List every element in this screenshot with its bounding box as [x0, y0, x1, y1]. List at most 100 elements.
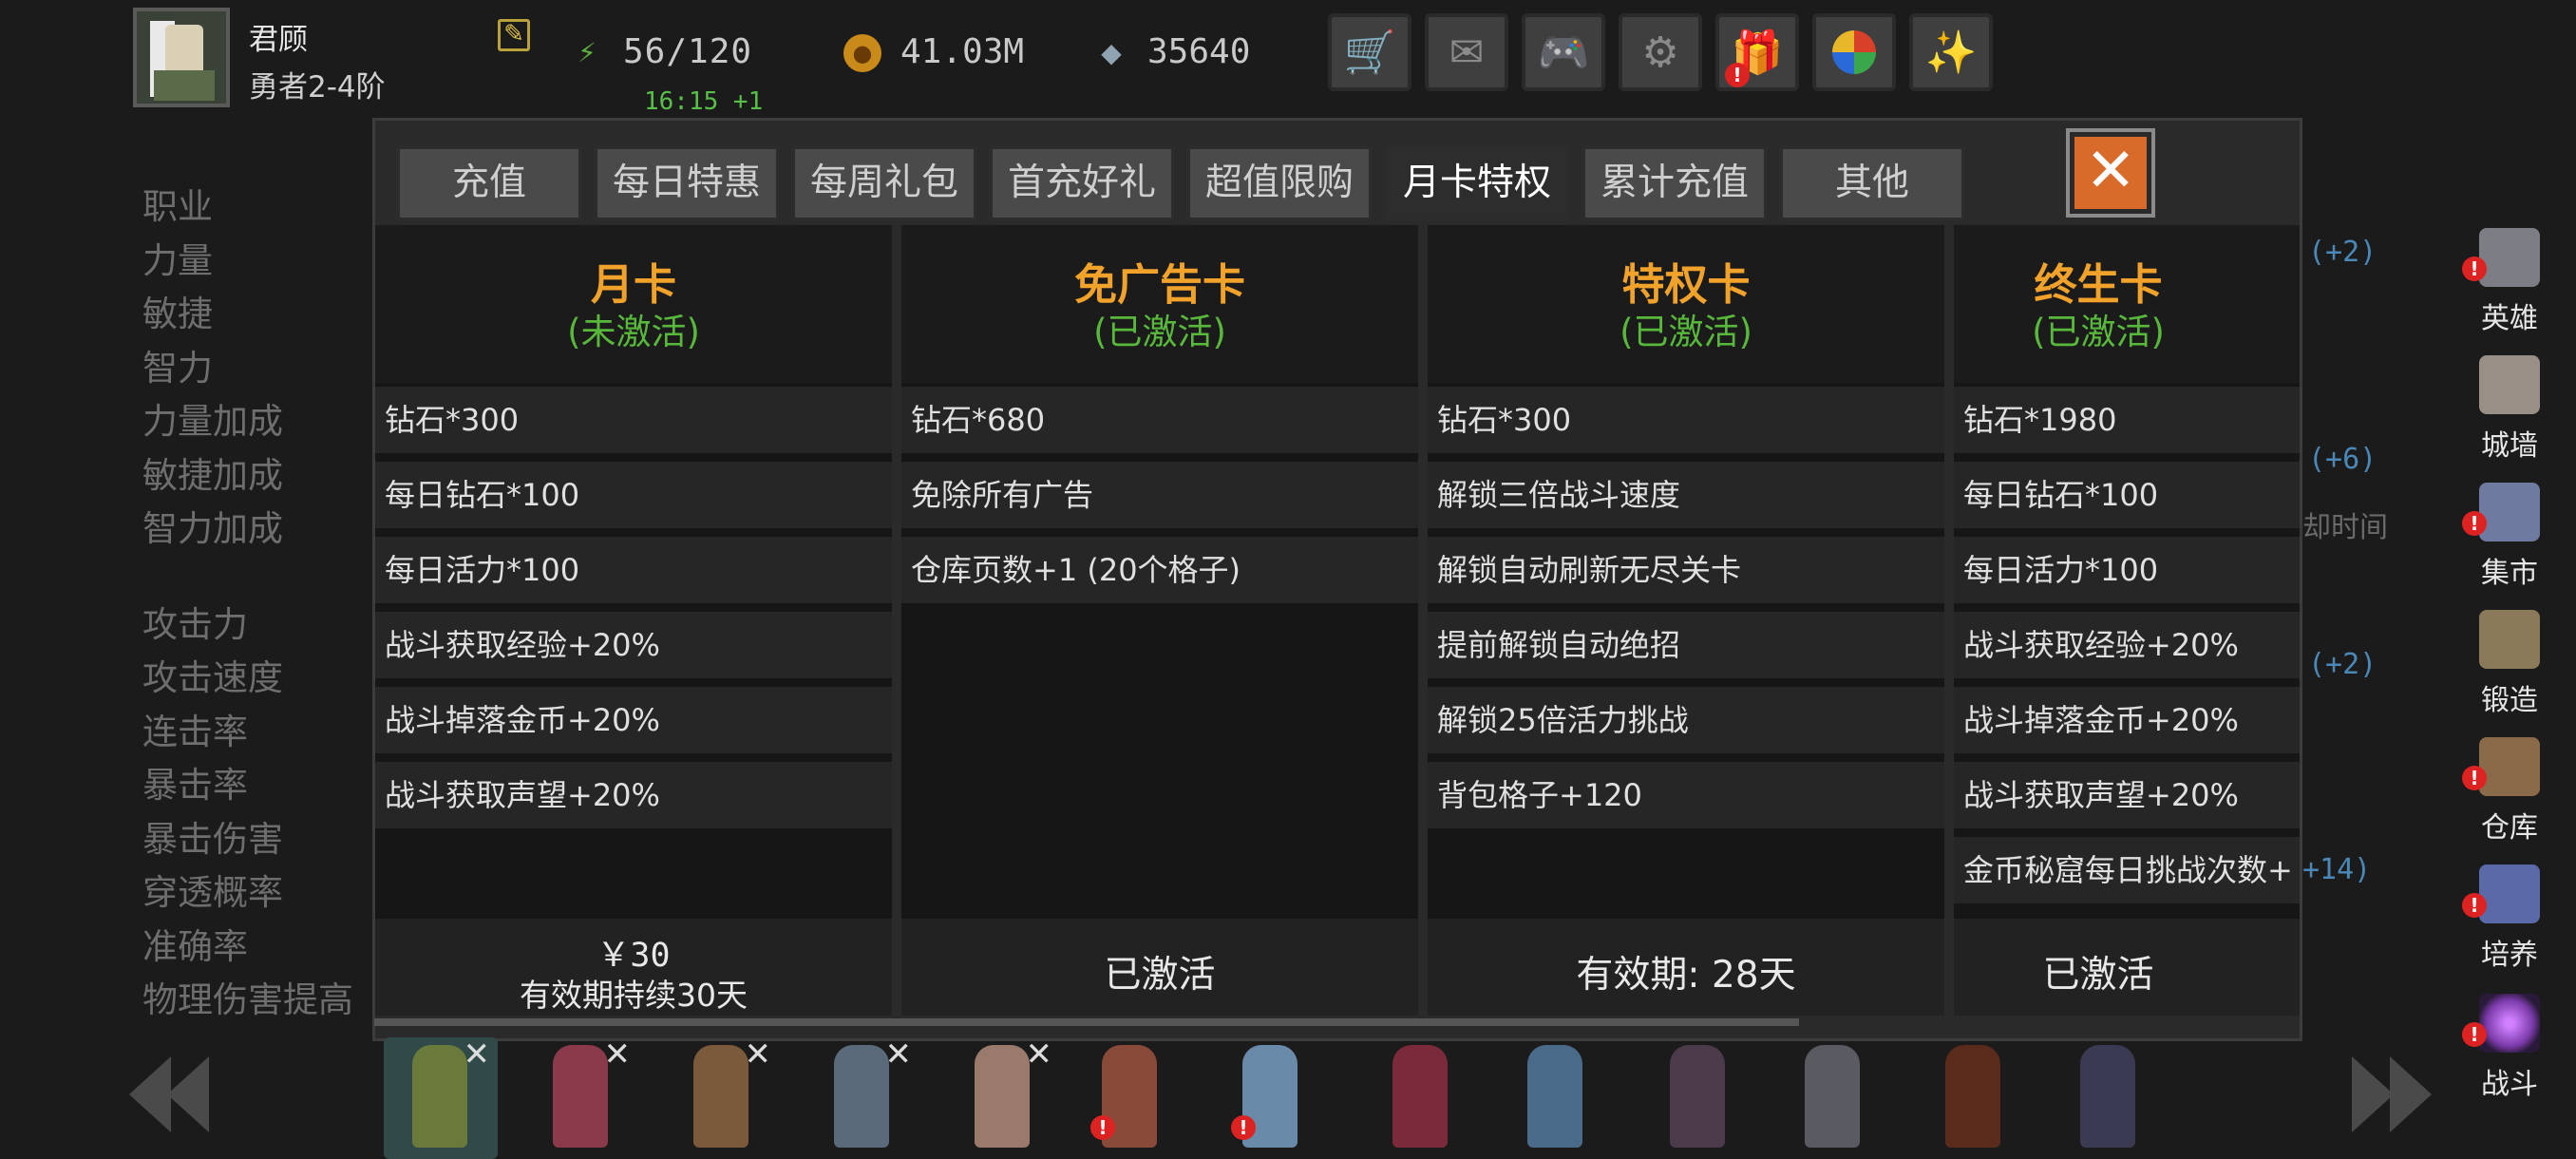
card-benefit: 仓库页数+1 (20个格子)	[901, 537, 1418, 603]
shop-button[interactable]: 🛒	[1328, 13, 1411, 91]
settings-button[interactable]: ⚙	[1619, 13, 1702, 91]
stat-label: 攻击力	[142, 603, 248, 645]
alert-badge: !	[2462, 511, 2487, 536]
side-nav-label: 英雄	[2481, 302, 2538, 335]
hero-slot-archer[interactable]: ✕	[384, 1036, 498, 1159]
player-avatar[interactable]	[133, 8, 230, 107]
demon-hero-icon	[1945, 1045, 2000, 1148]
tab-other[interactable]: 其他	[1779, 145, 1965, 221]
card-benefit: 钻石*680	[901, 387, 1418, 453]
hero-slot-dark-priest[interactable]	[1641, 1037, 1755, 1159]
card-status: (已激活)	[2032, 312, 2165, 352]
mail-button[interactable]: ✉	[1425, 13, 1508, 91]
card-activated-label: 已激活	[1104, 954, 1216, 997]
lifetime-card[interactable]: 终生卡 (已激活) 钻石*1980 每日钻石*100 每日活力*100 战斗获取…	[1954, 225, 2300, 1016]
card-benefit: 背包格子+120	[1428, 762, 1944, 828]
remove-hero-icon[interactable]: ✕	[745, 1036, 772, 1074]
energy-lightning-icon: ⚡	[578, 37, 597, 68]
next-page-button[interactable]	[2346, 1056, 2432, 1132]
swordsman-hero-icon	[1805, 1045, 1860, 1148]
tab-limited-offer[interactable]: 超值限购	[1186, 145, 1373, 221]
stat-label: 暴击率	[142, 765, 248, 806]
tab-cumulative-recharge[interactable]: 累计充值	[1582, 145, 1768, 221]
tab-weekly-pack[interactable]: 每周礼包	[791, 145, 977, 221]
stat-label: 攻击速度	[142, 657, 283, 698]
card-benefit: 战斗掉落金币+20%	[1954, 687, 2300, 753]
settings-gear-icon: ⚙	[1641, 28, 1679, 77]
tab-first-recharge[interactable]: 首充好礼	[989, 145, 1175, 221]
monthly-card[interactable]: 月卡 (未激活) 钻石*300 每日钻石*100 每日活力*100 战斗获取经验…	[375, 225, 892, 1016]
stat-label: 敏捷加成	[142, 454, 283, 496]
tab-daily-deals[interactable]: 每日特惠	[594, 145, 780, 221]
remove-hero-icon[interactable]: ✕	[464, 1036, 491, 1074]
gift-button[interactable]: 🎁!	[1715, 13, 1799, 91]
side-nav-wall[interactable]: 城墙	[2453, 352, 2567, 466]
hero-slot-demon[interactable]	[1917, 1037, 2031, 1159]
hero-slot-red-mage[interactable]: ✕	[524, 1036, 638, 1159]
side-nav-market[interactable]: ! 集市	[2453, 479, 2567, 593]
hero-slot-shadow[interactable]	[2052, 1037, 2166, 1159]
hero-slot-frost-elf[interactable]	[1499, 1037, 1613, 1159]
market-icon	[2479, 483, 2540, 542]
stat-label: 智力加成	[142, 508, 283, 549]
dark-priest-hero-icon	[1670, 1045, 1725, 1148]
energy-timer: 16:15 +1	[644, 87, 764, 116]
alert-badge: !	[1090, 1115, 1115, 1140]
remove-hero-icon[interactable]: ✕	[604, 1036, 632, 1074]
frost-elf-hero-icon	[1527, 1045, 1582, 1148]
card-benefit: 提前解锁自动绝招	[1428, 612, 1944, 678]
card-benefit: 战斗获取经验+20%	[375, 612, 892, 678]
horizontal-scrollbar[interactable]	[374, 1018, 1799, 1026]
hero-slot-swordsman[interactable]	[1776, 1037, 1890, 1159]
card-benefit: 每日钻石*100	[1954, 462, 2300, 528]
arrow-left-icon	[129, 1056, 209, 1132]
hero-slot-gunner[interactable]: !	[1073, 1037, 1187, 1159]
gold-value: 41.03M	[900, 32, 1025, 71]
remove-hero-icon[interactable]: ✕	[885, 1036, 913, 1074]
remove-hero-icon[interactable]: ✕	[1026, 1036, 1053, 1074]
side-nav-warehouse[interactable]: ! 仓库	[2453, 733, 2567, 847]
stat-label: 连击率	[142, 711, 248, 752]
portal-swirl-icon	[2479, 994, 2540, 1053]
gold-coin-icon: ●	[843, 34, 881, 72]
player-name: 君顾	[249, 23, 308, 57]
card-footer: 已激活	[1954, 919, 2300, 1016]
hero-slot-red-lady[interactable]	[1364, 1037, 1478, 1159]
privilege-card[interactable]: 特权卡 (已激活) 钻石*300 解锁三倍战斗速度 解锁自动刷新无尽关卡 提前解…	[1428, 225, 1944, 1016]
energy-value: 56/120	[623, 32, 753, 71]
hero-slot-ice-mage[interactable]: !	[1214, 1037, 1328, 1159]
gamepad-button[interactable]: 🎮	[1522, 13, 1605, 91]
side-nav-forge[interactable]: 锻造	[2453, 606, 2567, 720]
edit-name-icon[interactable]: ✎	[498, 19, 530, 51]
diamond-icon: ◆	[1101, 37, 1122, 68]
side-nav-label: 锻造	[2481, 684, 2538, 717]
close-icon: ✕	[2085, 136, 2136, 206]
stat-label: 职业	[142, 186, 213, 227]
close-button[interactable]: ✕	[2066, 128, 2155, 218]
prize-wheel-button[interactable]	[1812, 13, 1896, 91]
card-benefit: 解锁25倍活力挑战	[1428, 687, 1944, 753]
alert-badge: !	[2462, 893, 2487, 918]
buy-button[interactable]: ￥30 有效期持续30天	[375, 919, 892, 1016]
tab-recharge[interactable]: 充值	[396, 145, 582, 221]
archer-hero-icon	[412, 1045, 467, 1148]
card-benefit: 钻石*1980	[1954, 387, 2300, 453]
warehouse-chest-icon	[2479, 737, 2540, 796]
ad-free-card[interactable]: 免广告卡 (已激活) 钻石*680 免除所有广告 仓库页数+1 (20个格子) …	[901, 225, 1418, 1016]
side-nav-train[interactable]: ! 培养	[2453, 861, 2567, 975]
bg-stat-snippet: (+2)	[2308, 236, 2377, 269]
diamond-value: 35640	[1147, 32, 1251, 71]
card-benefit: 金币秘窟每日挑战次数+	[1954, 837, 2300, 903]
stat-label: 暴击伤害	[142, 818, 283, 860]
hero-slot-barbarian[interactable]: ✕	[665, 1036, 779, 1159]
prev-page-button[interactable]	[129, 1056, 215, 1132]
side-nav-heroes[interactable]: ! 英雄	[2453, 224, 2567, 338]
fireworks-button[interactable]: ✨	[1909, 13, 1993, 91]
side-nav-battle[interactable]: ! 战斗	[2453, 990, 2567, 1104]
dancer-hero-icon	[975, 1045, 1030, 1148]
bg-stat-snippet: (+6)	[2308, 443, 2377, 476]
hero-slot-knight[interactable]: ✕	[805, 1036, 919, 1159]
hero-slot-dancer[interactable]: ✕	[946, 1036, 1060, 1159]
card-status: (已激活)	[1619, 312, 1752, 352]
tab-monthly-card[interactable]: 月卡特权	[1384, 145, 1570, 221]
